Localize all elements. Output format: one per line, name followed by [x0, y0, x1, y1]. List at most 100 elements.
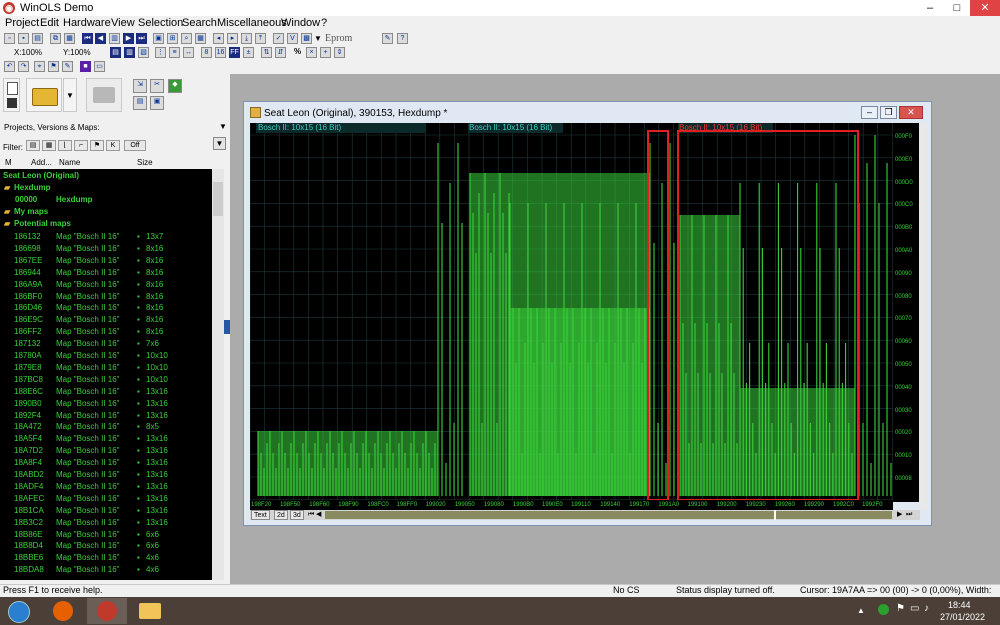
- view-mode-1-icon[interactable]: ▤: [110, 47, 121, 58]
- byte-16-icon[interactable]: 16: [215, 47, 226, 58]
- taskbar-firefox[interactable]: [43, 598, 83, 624]
- version-icon[interactable]: V: [287, 33, 298, 44]
- chevron-down-icon[interactable]: ▼: [219, 122, 227, 131]
- map-list-row[interactable]: 186BF0 Map "Bosch II 16" ▪ 8x16: [0, 291, 212, 303]
- width-icon[interactable]: ↔: [183, 47, 194, 58]
- import-map-icon[interactable]: ⇲: [133, 79, 147, 93]
- scroll-last-icon[interactable]: ⏭: [906, 510, 912, 520]
- y-zoom-value[interactable]: Y:100%: [63, 47, 91, 58]
- filter-all-icon[interactable]: ▤: [26, 140, 40, 151]
- last-icon[interactable]: ⏭: [136, 33, 147, 44]
- taskbar-explorer[interactable]: [129, 598, 169, 624]
- map-list-row[interactable]: 1879E8 Map "Bosch II 16" ▪ 10x10: [0, 362, 212, 374]
- map-list-row[interactable]: 18A472 Map "Bosch II 16" ▪ 8x5: [0, 421, 212, 433]
- map-label-3[interactable]: Bosch II: 10x15 (16 Bit): [679, 123, 762, 132]
- map-list-row[interactable]: 18AFEC Map "Bosch II 16" ▪ 13x16: [0, 493, 212, 505]
- rows-icon[interactable]: ≡: [169, 47, 180, 58]
- open-dropdown-button[interactable]: ▼: [63, 78, 77, 112]
- tree-node[interactable]: ▰ Potential maps: [0, 218, 212, 230]
- paste-icon[interactable]: ▦: [64, 33, 75, 44]
- map-list-row[interactable]: 18ABD2 Map "Bosch II 16" ▪ 13x16: [0, 469, 212, 481]
- menu-search[interactable]: Search: [182, 17, 217, 30]
- tab-2d[interactable]: 2d: [274, 510, 288, 520]
- undo-icon[interactable]: ↶: [4, 61, 15, 72]
- map-list-row[interactable]: 1867EE Map "Bosch II 16" ▪ 8x16: [0, 255, 212, 267]
- map-list-row[interactable]: 18780A Map "Bosch II 16" ▪ 10x10: [0, 350, 212, 362]
- sort-icon[interactable]: ⇕: [334, 47, 345, 58]
- filter-map-icon[interactable]: ⌐: [74, 140, 88, 151]
- taskbar-winols[interactable]: [87, 598, 127, 624]
- menu-project[interactable]: Project: [5, 17, 39, 30]
- clock-time[interactable]: 18:44: [948, 600, 971, 610]
- column-name[interactable]: Name: [59, 158, 80, 167]
- child-restore-button[interactable]: ❐: [880, 106, 897, 119]
- column-m[interactable]: M: [5, 158, 12, 167]
- view-mode-2-icon[interactable]: ▥: [124, 47, 135, 58]
- tray-shield-icon[interactable]: [878, 604, 889, 615]
- start-button[interactable]: [4, 598, 32, 624]
- filter-off-button[interactable]: Off: [124, 140, 146, 151]
- map-window-icon[interactable]: ▣: [153, 33, 164, 44]
- map-list-row[interactable]: 186A9A Map "Bosch II 16" ▪ 8x16: [0, 279, 212, 291]
- hardware-button[interactable]: [86, 78, 122, 112]
- map-list-row[interactable]: 187132 Map "Bosch II 16" ▪ 7x6: [0, 338, 212, 350]
- tray-expand-icon[interactable]: ▲: [857, 606, 865, 615]
- menu-selection[interactable]: Selection: [138, 17, 183, 30]
- filter-flag-icon[interactable]: ⚑: [90, 140, 104, 151]
- new-project-icon[interactable]: ▫: [4, 33, 15, 44]
- map-list-row[interactable]: 186D46 Map "Bosch II 16" ▪ 8x16: [0, 302, 212, 314]
- edit-icon[interactable]: ✎: [62, 61, 73, 72]
- import-icon[interactable]: ⤓: [241, 33, 252, 44]
- eprom-select[interactable]: Eprom: [325, 33, 352, 44]
- map-list-row[interactable]: 186698 Map "Bosch II 16" ▪ 8x16: [0, 243, 212, 255]
- color-icon[interactable]: ■: [80, 61, 91, 72]
- map-list-row[interactable]: 18B1CA Map "Bosch II 16" ▪ 13x16: [0, 505, 212, 517]
- menu-edit[interactable]: Edit: [40, 17, 59, 30]
- map-list-row[interactable]: 18ADF4 Map "Bosch II 16" ▪ 13x16: [0, 481, 212, 493]
- document-icon[interactable]: ▤: [133, 96, 147, 110]
- map-list-row[interactable]: 186FF2 Map "Bosch II 16" ▪ 8x16: [0, 326, 212, 338]
- compare-icon[interactable]: ⊞: [167, 33, 178, 44]
- map-list-row[interactable]: 18B3C2 Map "Bosch II 16" ▪ 13x16: [0, 517, 212, 529]
- vertical-scrollbar[interactable]: [919, 123, 927, 510]
- tree-node[interactable]: ▰ My maps: [0, 206, 212, 218]
- tools-icon[interactable]: ✂: [150, 79, 164, 93]
- x-zoom-value[interactable]: X:100%: [14, 47, 42, 58]
- map-list-row[interactable]: 18A7D2 Map "Bosch II 16" ▪ 13x16: [0, 445, 212, 457]
- flag-icon[interactable]: ⚑: [48, 61, 59, 72]
- map-label-2[interactable]: Bosch II: 10x15 (16 Bit): [469, 123, 552, 132]
- scroll-prev-icon[interactable]: ◀: [316, 510, 321, 520]
- next-icon[interactable]: ▶: [123, 33, 134, 44]
- properties-icon[interactable]: ▭: [94, 61, 105, 72]
- script-icon[interactable]: ✎: [382, 33, 393, 44]
- view-mode-3-icon[interactable]: ▧: [138, 47, 149, 58]
- column-size[interactable]: Size: [137, 158, 153, 167]
- map-list-row[interactable]: 186132 Map "Bosch II 16" ▪ 13x7: [0, 231, 212, 243]
- checksum-icon[interactable]: ✓: [273, 33, 284, 44]
- tray-volume-icon[interactable]: ♪: [924, 603, 929, 614]
- scroll-first-icon[interactable]: ⏮: [308, 510, 314, 520]
- byte-8-icon[interactable]: 8: [201, 47, 212, 58]
- redo-icon[interactable]: ↷: [18, 61, 29, 72]
- percent-icon[interactable]: %: [294, 46, 301, 57]
- menu-hardware[interactable]: Hardware: [63, 17, 111, 30]
- menu-window[interactable]: Window: [281, 17, 320, 30]
- factor-icon[interactable]: ×: [306, 47, 317, 58]
- menu-help[interactable]: ?: [321, 17, 327, 30]
- filter-project-icon[interactable]: ▦: [42, 140, 56, 151]
- map-label-1[interactable]: Bosch II: 10x15 (16 Bit): [258, 123, 341, 132]
- tab-3d[interactable]: 3d: [290, 510, 304, 520]
- help-pointer-icon[interactable]: ?: [397, 33, 408, 44]
- clock-date[interactable]: 27/01/2022: [940, 612, 985, 622]
- hex-ff-icon[interactable]: FF: [229, 47, 240, 58]
- chevron-down-icon[interactable]: ▼: [314, 33, 322, 44]
- open-folder-button[interactable]: [26, 78, 62, 112]
- map-list-row[interactable]: 1890B0 Map "Bosch II 16" ▪ 13x16: [0, 398, 212, 410]
- prev-icon[interactable]: ◀: [95, 33, 106, 44]
- map-list-scrollbar[interactable]: [212, 169, 224, 580]
- scroll-next-icon[interactable]: ▶: [897, 510, 902, 520]
- offset-icon[interactable]: +: [320, 47, 331, 58]
- table-icon[interactable]: ▦: [195, 33, 206, 44]
- grid-icon[interactable]: ▥: [109, 33, 120, 44]
- map-list-row[interactable]: 18BDA8 Map "Bosch II 16" ▪ 4x6: [0, 564, 212, 576]
